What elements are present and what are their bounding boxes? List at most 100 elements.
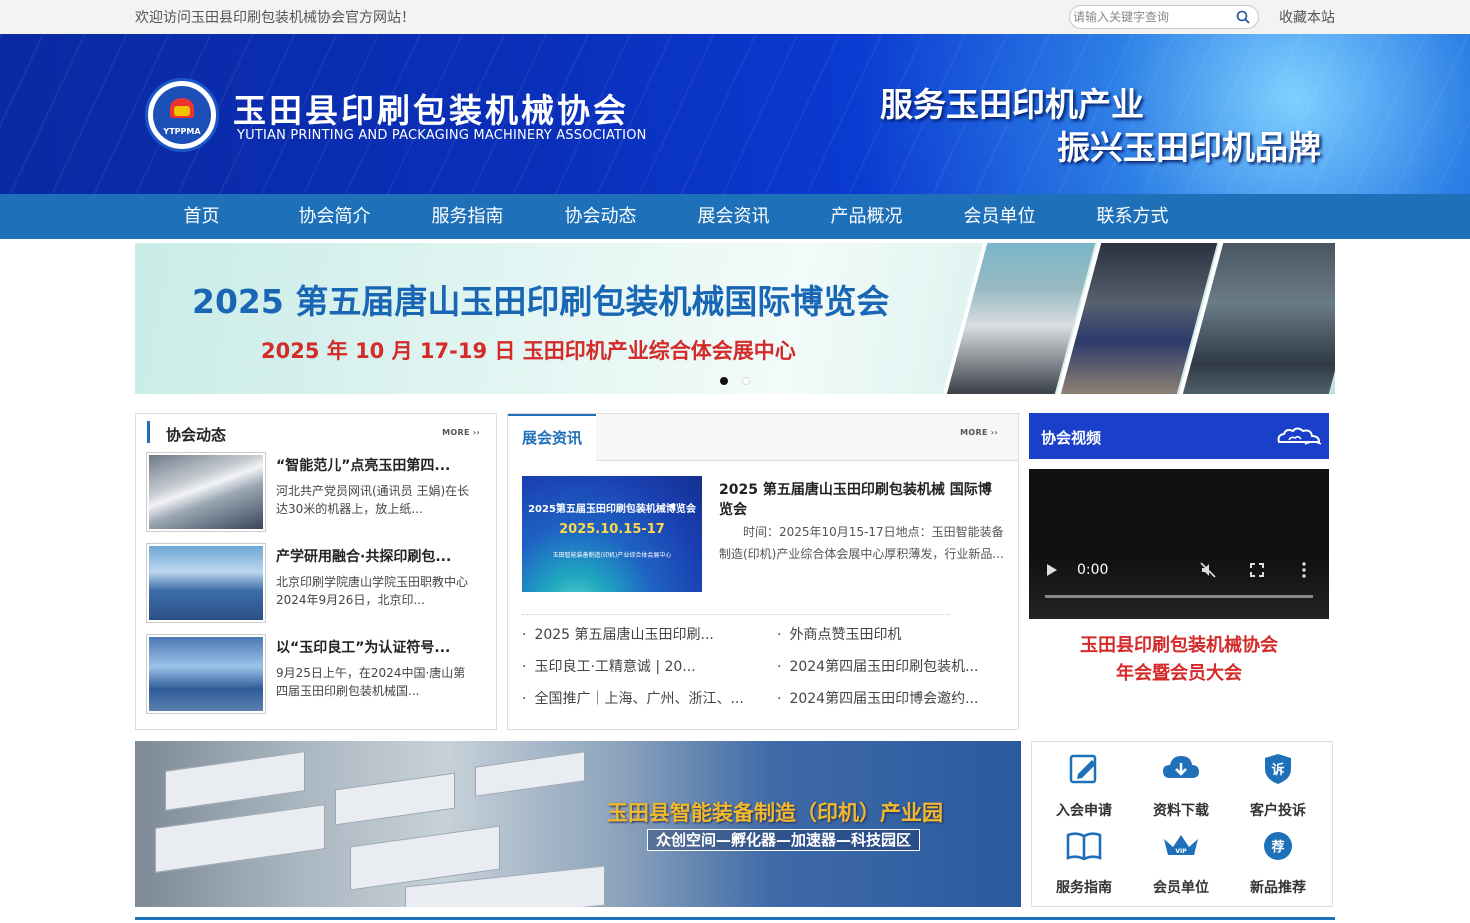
slogan-line-1: 服务玉田印机产业 — [880, 85, 1144, 124]
site-name: 玉田县印刷包装机械协会 — [233, 91, 629, 130]
divider — [522, 614, 950, 615]
nav-service-guide[interactable]: 服务指南 — [401, 194, 534, 239]
edit-icon — [1069, 754, 1097, 784]
feature-image-date: 2025.10.15-17 — [559, 522, 665, 537]
video-caption-line-1: 玉田县印刷包装机械协会 — [1080, 635, 1278, 656]
footer-divider — [135, 917, 1335, 920]
main-nav: 首页 协会简介 服务指南 协会动态 展会资讯 产品概况 会员单位 联系方式 — [0, 194, 1470, 239]
expo-feature-image[interactable]: 2025第五届玉田印刷包装机械博览会 2025.10.15-17 玉田智能装备制… — [522, 476, 702, 592]
search-button[interactable] — [1228, 6, 1258, 28]
news-item-desc: 河北共产党员网讯(通讯员 王娟)在长达30米的机器上，放上纸... — [276, 484, 470, 516]
news-item[interactable]: “智能范儿”点亮玉田第四... 河北共产党员网讯(通讯员 王娟)在长达30米的机… — [146, 452, 486, 532]
news-item-title[interactable]: 以“玉印良工”为认证符号... — [276, 637, 450, 657]
park-banner-subtitle: 众创空间—孵化器—加速器—科技园区 — [647, 829, 921, 851]
hero-subtitle: 2025 年 10 月 17-19 日 玉田印机产业综合体会展中心 — [261, 339, 796, 363]
news-thumbnail[interactable] — [146, 543, 266, 623]
news-item[interactable]: 产学研用融合·共探印刷包... 北京印刷学院唐山学院玉田职教中心2024年9月2… — [146, 543, 486, 623]
svg-text:诉: 诉 — [1271, 762, 1284, 778]
video-panel: 协会视频 0:00 玉田县印刷包装机械协会 年会暨会员大会 — [1029, 413, 1329, 730]
building-illustration — [165, 751, 305, 811]
quick-link-members[interactable]: VIP 会员单位 — [1133, 829, 1229, 897]
book-icon — [1066, 832, 1102, 861]
nav-members[interactable]: 会员单位 — [933, 194, 1066, 239]
site-name-en: YUTIAN PRINTING AND PACKAGING MACHINERY … — [237, 128, 647, 143]
mute-icon[interactable] — [1199, 561, 1217, 579]
nav-about[interactable]: 协会简介 — [268, 194, 401, 239]
expo-link[interactable]: 2024第四届玉田印博会邀约... — [777, 688, 978, 708]
news-item-desc: 北京印刷学院唐山学院玉田职教中心2024年9月26日，北京印... — [276, 575, 469, 607]
expo-link[interactable]: 2025 第五届唐山玉田印刷... — [522, 624, 713, 644]
expo-panel: 展会资讯 MORE ›› 2025第五届玉田印刷包装机械博览会 2025.10.… — [507, 413, 1019, 730]
search-box — [1069, 5, 1259, 29]
news-more-link[interactable]: MORE ›› — [442, 428, 480, 437]
news-item[interactable]: 以“玉印良工”为认证符号... 9月25日上午，在2024中国·唐山第四届玉田印… — [146, 634, 486, 714]
hero-photos — [935, 243, 1335, 394]
news-panel-title: 协会动态 — [166, 426, 227, 444]
hero-title: 2025 第五届唐山玉田印刷包装机械国际博览会 — [192, 282, 890, 321]
section-marker — [147, 421, 150, 443]
nav-contact[interactable]: 联系方式 — [1066, 194, 1199, 239]
hero-slider[interactable]: 2025 第五届唐山玉田印刷包装机械国际博览会 2025 年 10 月 17-1… — [135, 243, 1335, 394]
quick-link-label: 资料下载 — [1153, 803, 1209, 819]
quick-link-new-products[interactable]: 荐 新品推荐 — [1230, 829, 1326, 897]
quick-link-label: 服务指南 — [1056, 880, 1112, 896]
expo-more-link[interactable]: MORE ›› — [960, 428, 998, 437]
svg-text:VIP: VIP — [1175, 848, 1187, 855]
news-item-title[interactable]: 产学研用融合·共探印刷包... — [276, 546, 451, 566]
vip-crown-icon: VIP — [1164, 835, 1198, 855]
slider-dots — [720, 377, 750, 385]
news-thumbnail[interactable] — [146, 452, 266, 532]
nav-products[interactable]: 产品概况 — [800, 194, 933, 239]
svg-text:荐: 荐 — [1270, 839, 1284, 855]
slider-dot-1[interactable] — [720, 377, 728, 385]
feature-image-venue: 玉田智能装备制造(印机)产业综合体会展中心 — [552, 552, 672, 559]
site-header: YTPPMA 玉田县印刷包装机械协会 YUTIAN PRINTING AND P… — [0, 34, 1470, 194]
news-thumbnail[interactable] — [146, 634, 266, 714]
video-time: 0:00 — [1077, 562, 1109, 578]
welcome-text: 欢迎访问玉田县印刷包装机械协会官方网站！ — [135, 10, 415, 26]
quick-link-complaint[interactable]: 诉 客户投诉 — [1230, 752, 1326, 820]
expo-link[interactable]: 全国推广｜上海、广州、浙江、... — [522, 688, 743, 708]
feature-image-title: 2025第五届玉田印刷包装机械博览会 — [528, 504, 696, 515]
auspicious-cloud-icon — [1277, 427, 1322, 445]
top-bar: 欢迎访问玉田县印刷包装机械协会官方网站！ 收藏本站 — [0, 0, 1470, 34]
quick-link-label: 客户投诉 — [1250, 803, 1306, 819]
building-illustration — [475, 751, 585, 797]
industrial-park-banner[interactable]: 玉田县智能装备制造（印机）产业园 众创空间—孵化器—加速器—科技园区 — [135, 741, 1021, 907]
more-options-icon[interactable] — [1301, 561, 1307, 579]
logo-emblem: YTPPMA — [153, 86, 211, 144]
quick-link-label: 新品推荐 — [1250, 880, 1306, 896]
video-progress-bar[interactable] — [1045, 595, 1313, 598]
quick-link-join[interactable]: 入会申请 — [1036, 752, 1132, 820]
expo-link[interactable]: 玉印良工·工精意诚 | 20... — [522, 656, 695, 676]
recommend-icon: 荐 — [1264, 832, 1292, 860]
nav-home[interactable]: 首页 — [135, 194, 268, 239]
video-panel-title: 协会视频 — [1041, 429, 1102, 447]
association-logo[interactable]: YTPPMA — [145, 78, 219, 152]
cloud-download-icon — [1163, 756, 1199, 778]
fullscreen-icon[interactable] — [1249, 562, 1265, 578]
park-banner-title: 玉田县智能装备制造（印机）产业园 — [607, 801, 943, 825]
news-panel: 协会动态 MORE ›› “智能范儿”点亮玉田第四... 河北共产党员网讯(通讯… — [135, 413, 497, 730]
play-icon[interactable] — [1047, 564, 1057, 576]
search-icon — [1236, 10, 1250, 24]
video-caption-line-2: 年会暨会员大会 — [1116, 663, 1242, 684]
slogan-line-2: 振兴玉田印机品牌 — [1057, 128, 1321, 167]
favorite-link[interactable]: 收藏本站 — [1279, 7, 1335, 27]
expo-link[interactable]: 2024第四届玉田印刷包装机... — [777, 656, 978, 676]
slider-dot-2[interactable] — [742, 377, 750, 385]
quick-link-label: 入会申请 — [1056, 803, 1112, 819]
nav-news[interactable]: 协会动态 — [534, 194, 667, 239]
expo-feature-desc: 时间：2025年10月15-17日地点：玉田智能装备制造(印机)产业综合体会展中… — [719, 525, 1004, 561]
nav-exhibition[interactable]: 展会资讯 — [667, 194, 800, 239]
news-item-title[interactable]: “智能范儿”点亮玉田第四... — [276, 455, 450, 475]
tab-expo-news[interactable]: 展会资讯 — [508, 414, 596, 461]
expo-feature-title[interactable]: 2025 第五届唐山玉田印刷包装机械 国际博览会 — [719, 480, 999, 520]
video-player[interactable]: 0:00 — [1029, 469, 1329, 619]
quick-link-download[interactable]: 资料下载 — [1133, 752, 1229, 820]
quick-links-panel: 入会申请 资料下载 诉 客户投诉 服务指南 VIP 会员单位 荐 新品推荐 — [1031, 741, 1333, 907]
quick-link-service-guide[interactable]: 服务指南 — [1036, 829, 1132, 897]
search-input[interactable] — [1070, 6, 1228, 28]
building-illustration — [155, 804, 325, 873]
expo-link[interactable]: 外商点赞玉田印机 — [777, 624, 901, 644]
